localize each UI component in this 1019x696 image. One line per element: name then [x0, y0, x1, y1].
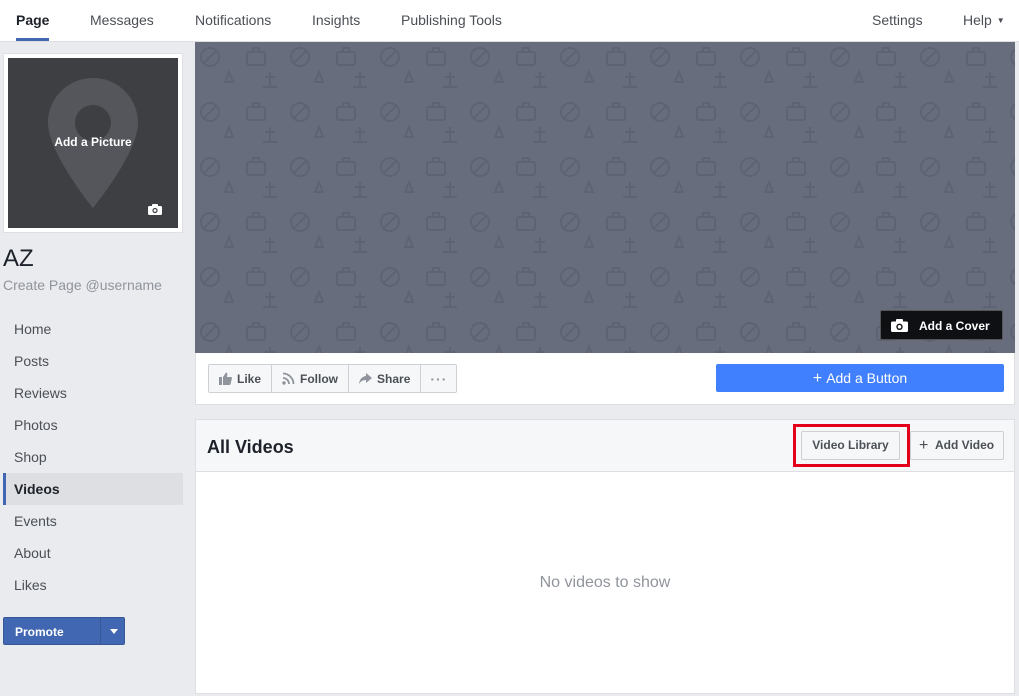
create-username-link[interactable]: Create Page @username [3, 277, 162, 293]
follow-button[interactable]: Follow [271, 364, 350, 393]
tab-publishing-tools[interactable]: Publishing Tools [401, 0, 502, 41]
share-arrow-icon [359, 372, 373, 384]
ellipsis-icon: ··· [430, 370, 448, 387]
caret-down-icon: ▼ [996, 16, 1005, 25]
sidebar-item-posts[interactable]: Posts [3, 345, 183, 377]
cover-photo [195, 42, 1015, 353]
share-button[interactable]: Share [348, 364, 422, 393]
sidebar-item-about[interactable]: About [3, 537, 183, 569]
sidebar-item-likes[interactable]: Likes [3, 569, 183, 601]
sidebar-item-videos[interactable]: Videos [3, 473, 183, 505]
more-options-button[interactable]: ··· [420, 364, 458, 393]
add-a-button-button[interactable]: + Add a Button [716, 364, 1004, 392]
sidebar-item-reviews[interactable]: Reviews [3, 377, 183, 409]
cover-pattern [195, 42, 1015, 353]
sidebar-item-shop[interactable]: Shop [3, 441, 183, 473]
empty-videos-message: No videos to show [539, 574, 671, 591]
page-top-nav: Page Messages Notifications Insights Pub… [0, 0, 1019, 42]
camera-icon[interactable] [148, 204, 162, 215]
page-action-buttons: Like Follow Share ··· [208, 364, 458, 393]
plus-icon: + [919, 437, 929, 454]
page-name: AZ [3, 245, 34, 272]
add-cover-button[interactable]: Add a Cover [880, 310, 1003, 340]
page-sidebar-nav: Home Posts Reviews Photos Shop Videos Ev… [3, 313, 183, 601]
promote-label: Promote [15, 625, 64, 639]
like-button[interactable]: Like [208, 364, 273, 393]
video-library-button[interactable]: Video Library [801, 431, 900, 460]
add-video-button[interactable]: + Add Video [910, 431, 1004, 460]
thumbs-up-icon [219, 372, 232, 385]
sidebar-item-home[interactable]: Home [3, 313, 183, 345]
sidebar-item-photos[interactable]: Photos [3, 409, 183, 441]
dropdown-arrow-icon[interactable] [110, 629, 118, 634]
page-action-bar: Like Follow Share ··· + Add a Button [195, 353, 1015, 405]
sidebar-item-events[interactable]: Events [3, 505, 183, 537]
promote-button[interactable]: Promote [3, 617, 125, 645]
like-label: Like [237, 371, 262, 386]
tab-notifications[interactable]: Notifications [195, 0, 271, 41]
all-videos-panel: All Videos Video Library + Add Video No … [195, 419, 1015, 694]
add-a-button-label: Add a Button [826, 370, 908, 386]
tab-page[interactable]: Page [16, 0, 50, 41]
videos-header: All Videos Video Library + Add Video [196, 420, 1014, 472]
profile-picture[interactable]: Add a Picture [8, 58, 178, 228]
help-label: Help [963, 12, 992, 28]
tab-messages[interactable]: Messages [90, 0, 154, 41]
share-label: Share [377, 371, 411, 386]
follow-label: Follow [300, 371, 339, 386]
tab-settings[interactable]: Settings [872, 0, 923, 41]
add-video-label: Add Video [935, 438, 995, 452]
videos-title: All Videos [207, 437, 294, 457]
help-menu[interactable]: Help ▼ [963, 0, 1005, 41]
profile-picture-frame: Add a Picture [3, 53, 183, 233]
rss-icon [282, 372, 295, 385]
camera-icon [891, 319, 908, 332]
plus-icon: + [812, 370, 823, 387]
add-picture-label: Add a Picture [54, 135, 132, 149]
add-cover-label: Add a Cover [919, 319, 990, 333]
tab-insights[interactable]: Insights [312, 0, 360, 41]
promote-divider [100, 618, 101, 644]
